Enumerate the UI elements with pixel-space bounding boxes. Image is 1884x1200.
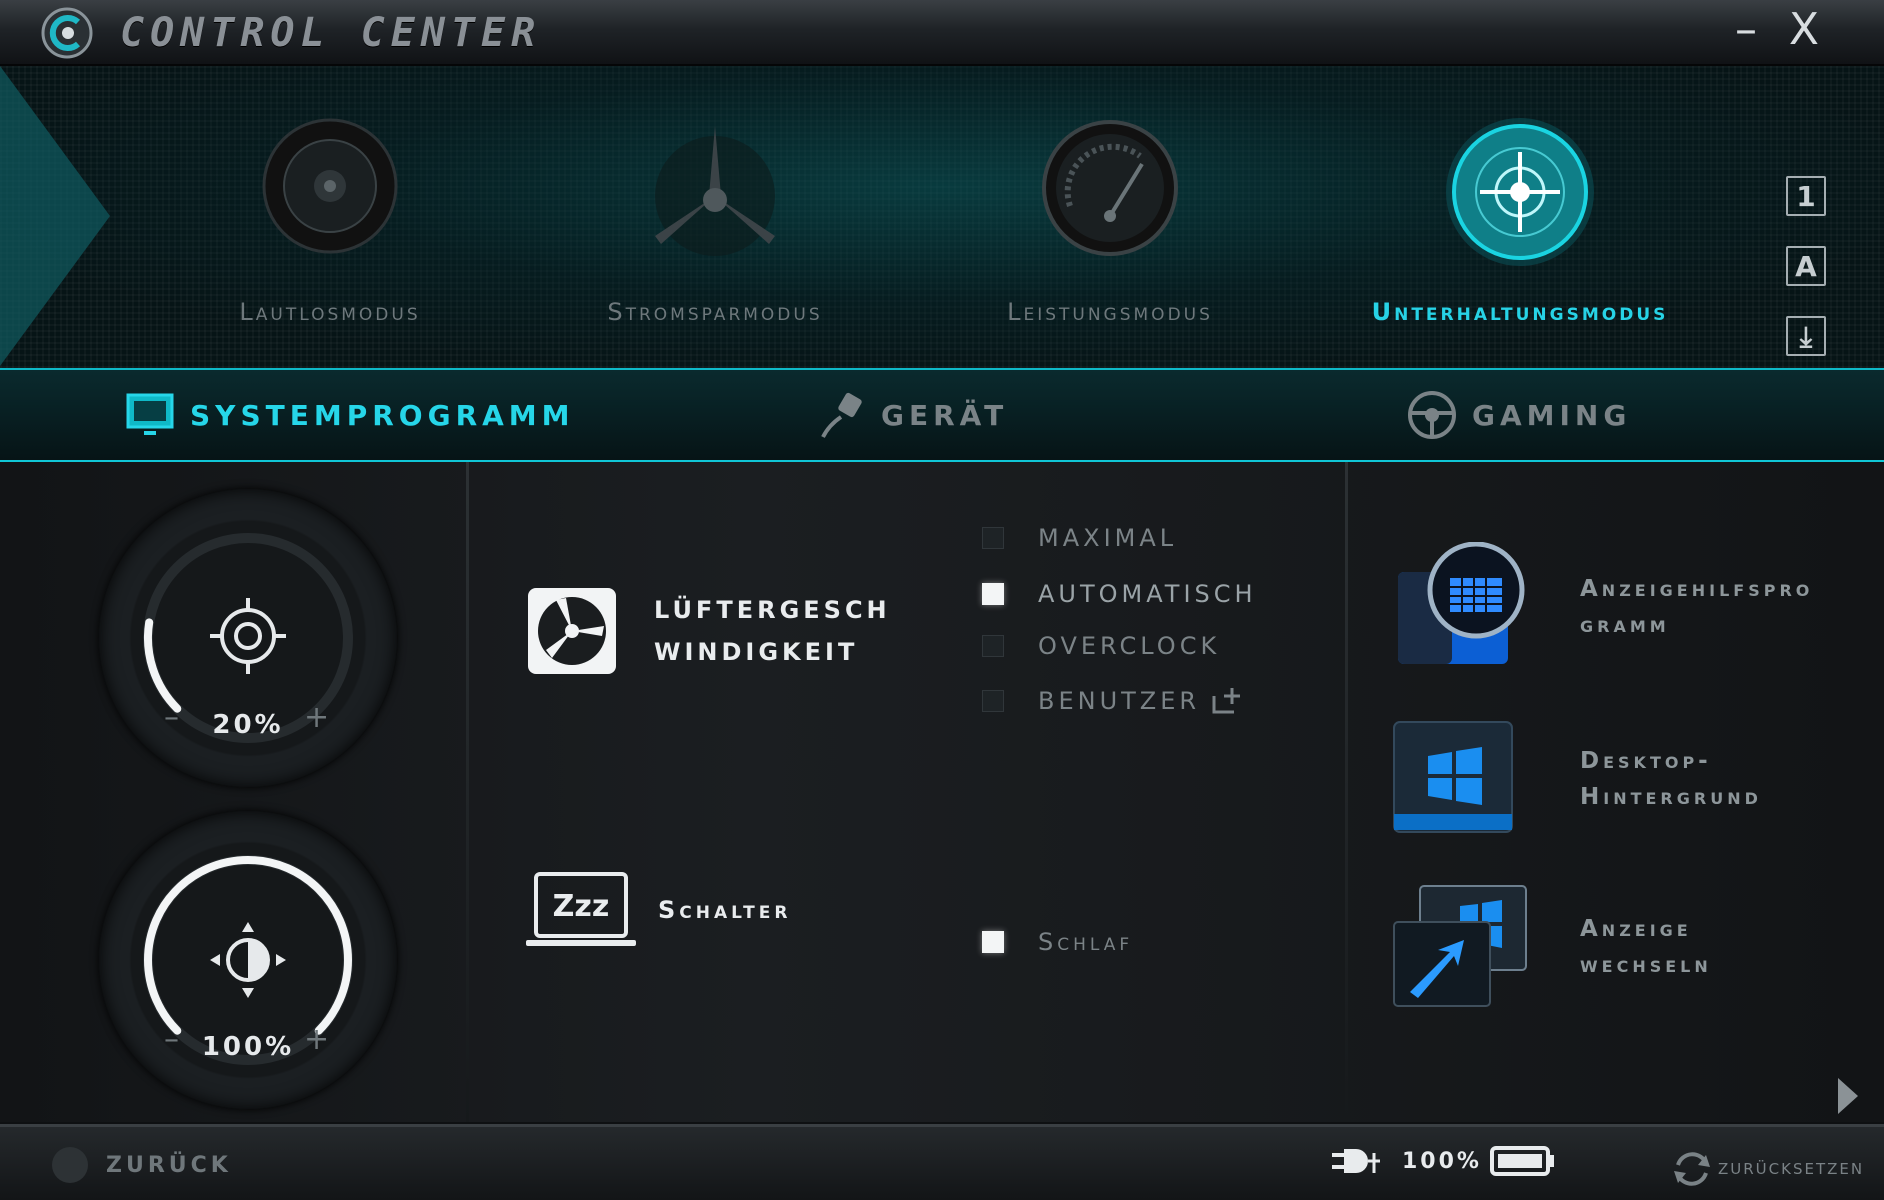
reset-button[interactable]: ZURÜCKSETZEN bbox=[1670, 1149, 1864, 1189]
option-label: OVERCLOCK bbox=[1038, 632, 1221, 660]
brightness-arc bbox=[143, 855, 353, 1065]
tab-label: SYSTEMPROGRAMM bbox=[190, 398, 575, 432]
mode-label: Leistungsmodus bbox=[1007, 298, 1213, 326]
app-desktop-hintergrund[interactable]: Desktop- Hintergrund bbox=[1390, 714, 1762, 844]
fan-option-benutzer[interactable]: BENUTZER bbox=[982, 686, 1244, 716]
monitor-icon bbox=[126, 393, 174, 435]
radar-crosshair-icon bbox=[1446, 118, 1594, 266]
checkbox[interactable] bbox=[982, 635, 1004, 657]
switch-feature: Zzz Schalter bbox=[524, 870, 791, 950]
svg-text:Zzz: Zzz bbox=[553, 889, 610, 924]
mode-lautlos[interactable]: Lautlosmodus bbox=[160, 116, 500, 326]
app-anzeigehilfsprogramm[interactable]: Anzeigehilfspro gramm bbox=[1390, 542, 1813, 672]
ac-plug-icon bbox=[1332, 1149, 1380, 1173]
app-label-line1: Anzeigehilfspro bbox=[1580, 576, 1814, 602]
add-custom-icon[interactable] bbox=[1210, 686, 1244, 716]
fan-option-automatisch[interactable]: AUTOMATISCH bbox=[982, 580, 1257, 608]
app-label-line2: Hintergrund bbox=[1580, 784, 1762, 810]
fan-label-line2: WINDIGKEIT bbox=[654, 638, 859, 666]
speaker-target-icon bbox=[210, 598, 286, 674]
app-label: Desktop- Hintergrund bbox=[1580, 743, 1762, 815]
divider bbox=[1345, 462, 1348, 1122]
back-label: ZURÜCK bbox=[106, 1152, 232, 1178]
app-label: Anzeige wechseln bbox=[1580, 911, 1712, 983]
switch-label: Schalter bbox=[658, 896, 792, 924]
mode-label: Unterhaltungsmodus bbox=[1371, 298, 1669, 326]
fan-label-line1: LÜFTERGESCH bbox=[654, 596, 891, 624]
mode-label: Lautlosmodus bbox=[239, 298, 421, 326]
fan-speed-feature: LÜFTERGESCH WINDIGKEIT bbox=[526, 586, 891, 676]
volume-value: 20% bbox=[212, 710, 284, 740]
footer-bar: ZURÜCK 100% ZURÜCKSETZEN bbox=[0, 1124, 1884, 1200]
brightness-value: 100% bbox=[201, 1032, 295, 1062]
battery-percent: 100% bbox=[1402, 1148, 1482, 1174]
windows-wallpaper-icon bbox=[1393, 721, 1513, 833]
mode-unterhaltung[interactable]: Unterhaltungsmodus bbox=[1350, 116, 1690, 326]
display-grid-icon bbox=[1398, 542, 1525, 664]
gauge-icon bbox=[1042, 120, 1178, 256]
scroll-lock-icon: ⤓ bbox=[1786, 316, 1826, 356]
checkbox[interactable] bbox=[982, 527, 1004, 549]
decorative-wedge bbox=[0, 66, 110, 366]
volume-arc bbox=[143, 533, 353, 743]
checkbox[interactable] bbox=[982, 583, 1004, 605]
app-label-line2: wechseln bbox=[1580, 952, 1712, 978]
mode-stromspar[interactable]: Stromsparmodus bbox=[545, 116, 885, 326]
fan-icon bbox=[528, 588, 616, 674]
fan-speed-label: LÜFTERGESCH WINDIGKEIT bbox=[654, 589, 891, 673]
next-page-arrow-icon[interactable] bbox=[1838, 1078, 1858, 1114]
volume-dial[interactable]: – + 20% bbox=[98, 488, 398, 788]
power-modes-band: Lautlosmodus Stromsparmodus Leistungsmod… bbox=[0, 66, 1884, 425]
app-anzeige-wechseln[interactable]: Anzeige wechseln bbox=[1390, 882, 1712, 1012]
fan-blade-icon bbox=[655, 126, 775, 256]
minimize-button[interactable]: – bbox=[1722, 6, 1770, 54]
option-label: MAXIMAL bbox=[1038, 524, 1178, 552]
power-status: 100% bbox=[1330, 1143, 1556, 1179]
fan-option-overclock[interactable]: OVERCLOCK bbox=[982, 632, 1220, 660]
tab-label: GERÄT bbox=[881, 398, 1009, 432]
battery-icon bbox=[1489, 1146, 1554, 1176]
app-label-line2: gramm bbox=[1580, 612, 1670, 638]
close-button[interactable]: X bbox=[1780, 6, 1828, 54]
divider bbox=[466, 462, 469, 1122]
brightness-dial[interactable]: – + 100% bbox=[98, 810, 398, 1110]
mode-label: Stromsparmodus bbox=[607, 298, 823, 326]
tab-systemprogramm[interactable]: SYSTEMPROGRAMM bbox=[124, 388, 575, 442]
steering-wheel-icon bbox=[1408, 391, 1456, 439]
app-logo-icon bbox=[41, 7, 93, 59]
option-label: BENUTZER bbox=[1038, 687, 1201, 715]
plug-icon bbox=[821, 392, 862, 438]
tab-gaming[interactable]: GAMING bbox=[1406, 388, 1631, 442]
option-label: Schlaf bbox=[1038, 928, 1134, 956]
back-arrow-icon bbox=[52, 1147, 88, 1183]
tab-geraet[interactable]: GERÄT bbox=[815, 388, 1008, 442]
caps-lock-icon: A bbox=[1786, 246, 1826, 286]
content-area: – + 20% – + 100% LÜFTERGESCH WINDIGKEIT … bbox=[0, 462, 1884, 1122]
category-tabs: SYSTEMPROGRAMM GERÄT GAMING bbox=[0, 368, 1884, 464]
fan-option-maximal[interactable]: MAXIMAL bbox=[982, 524, 1177, 552]
app-label: Anzeigehilfspro gramm bbox=[1580, 571, 1813, 643]
tab-label: GAMING bbox=[1472, 398, 1632, 432]
speaker-icon bbox=[262, 118, 398, 254]
switch-option-schlaf[interactable]: Schlaf bbox=[982, 928, 1133, 956]
option-label: AUTOMATISCH bbox=[1038, 580, 1257, 608]
brightness-icon bbox=[210, 922, 286, 998]
number-one-icon: 1 bbox=[1786, 176, 1826, 216]
title-bar: Control Center – X bbox=[0, 0, 1884, 66]
app-label-line1: Anzeige bbox=[1580, 916, 1692, 942]
reset-label: ZURÜCKSETZEN bbox=[1718, 1160, 1865, 1178]
sleep-laptop-icon: Zzz bbox=[526, 872, 636, 946]
control-center-window: Control Center – X Lautlosmodus Stromspa… bbox=[0, 0, 1884, 1200]
mode-leistung[interactable]: Leistungsmodus bbox=[940, 116, 1280, 326]
display-switch-icon bbox=[1393, 885, 1527, 1007]
back-button[interactable]: ZURÜCK bbox=[52, 1147, 232, 1183]
refresh-icon bbox=[1674, 1152, 1710, 1186]
window-title: Control Center bbox=[120, 10, 542, 56]
checkbox[interactable] bbox=[982, 690, 1004, 712]
checkbox[interactable] bbox=[982, 931, 1004, 953]
app-label-line1: Desktop- bbox=[1580, 748, 1712, 774]
